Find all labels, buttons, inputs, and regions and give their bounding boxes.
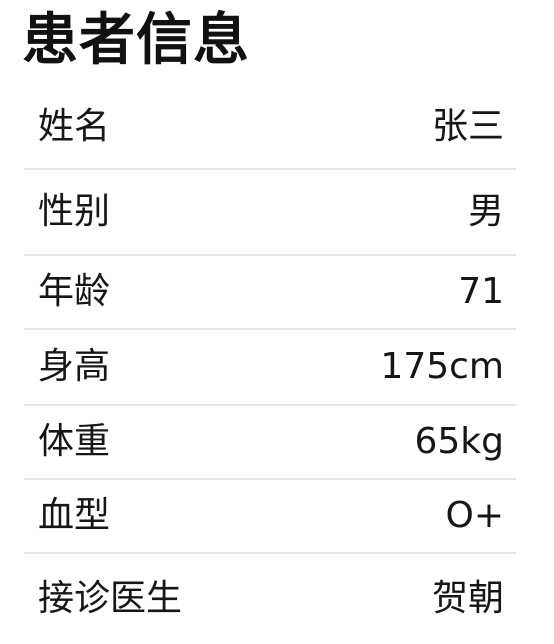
info-label: 接诊医生: [38, 578, 183, 619]
info-value: 71: [458, 271, 504, 312]
info-row-gender: 性别 男: [24, 170, 516, 256]
patient-info-list: 姓名 张三 性别 男 年龄 71 身高 175cm 体重 65kg 血型 O+ …: [24, 86, 516, 644]
page-title: 患者信息: [22, 8, 250, 73]
info-row-blood-type: 血型 O+: [24, 480, 516, 554]
info-value: 贺朝: [431, 578, 504, 619]
info-label: 年龄: [38, 271, 111, 312]
info-row-name: 姓名 张三: [24, 86, 516, 170]
info-row-weight: 体重 65kg: [24, 406, 516, 480]
info-label: 姓名: [38, 106, 111, 147]
info-value: O+: [445, 495, 505, 536]
info-value: 175cm: [380, 346, 504, 387]
info-label: 身高: [38, 346, 111, 387]
info-value: 张三: [431, 106, 504, 147]
info-label: 体重: [38, 421, 111, 462]
info-label: 性别: [38, 191, 111, 232]
info-row-height: 身高 175cm: [24, 330, 516, 406]
info-value: 65kg: [414, 421, 504, 462]
info-label: 血型: [38, 495, 111, 536]
info-row-doctor: 接诊医生 贺朝: [24, 554, 516, 644]
info-value: 男: [467, 191, 504, 232]
info-row-age: 年龄 71: [24, 256, 516, 330]
